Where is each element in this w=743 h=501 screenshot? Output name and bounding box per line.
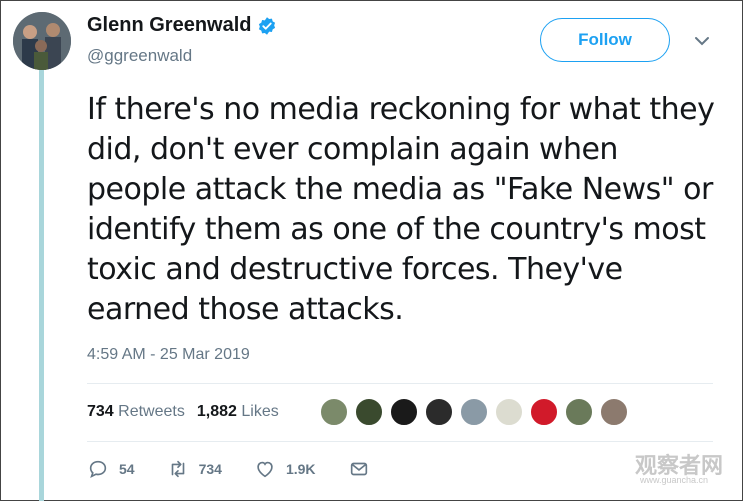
watermark-url: www.guancha.cn [640,475,709,485]
avatar[interactable] [13,12,71,70]
like-button[interactable]: 1.9K [254,458,316,480]
likes-count: 1,882 [196,403,237,420]
liker-avatars [319,397,634,427]
handle[interactable]: @ggreenwald [87,46,192,66]
likes-stat[interactable]: 1,882 Likes [197,403,279,421]
retweet-button[interactable]: 734 [167,458,222,480]
follow-button[interactable]: Follow [540,18,670,62]
liker-avatar[interactable] [319,397,349,427]
chevron-down-icon[interactable] [693,32,711,50]
message-button[interactable] [348,458,380,480]
retweets-label: Retweets [118,403,185,420]
like-count: 1.9K [285,461,316,477]
reply-count: 54 [119,461,135,477]
likes-label: Likes [241,403,279,420]
reply-button[interactable]: 54 [87,458,135,480]
action-bar: 54 734 1.9K [87,458,412,480]
liker-avatar[interactable] [424,397,454,427]
liker-avatar[interactable] [459,397,489,427]
engagement-stats: 734 Retweets 1,882 Likes [87,403,279,421]
heart-icon [257,461,273,478]
divider [87,441,713,442]
divider [87,383,713,384]
liker-avatar[interactable] [599,397,629,427]
liker-avatar[interactable] [354,397,384,427]
verified-badge-icon [259,16,276,35]
thread-line [39,70,44,501]
liker-avatar[interactable] [389,397,419,427]
timestamp[interactable]: 4:59 AM - 25 Mar 2019 [87,346,250,364]
liker-avatar[interactable] [564,397,594,427]
liker-avatar[interactable] [494,397,524,427]
retweets-stat[interactable]: 734 Retweets [87,403,185,421]
display-name[interactable]: Glenn Greenwald [87,14,251,37]
reply-icon [89,460,107,478]
envelope-icon [350,462,367,476]
retweet-icon [171,460,184,478]
liker-avatar[interactable] [529,397,559,427]
retweets-count: 734 [87,403,114,420]
tweet-text: If there's no media reckoning for what t… [87,92,715,327]
retweet-count: 734 [198,461,222,477]
